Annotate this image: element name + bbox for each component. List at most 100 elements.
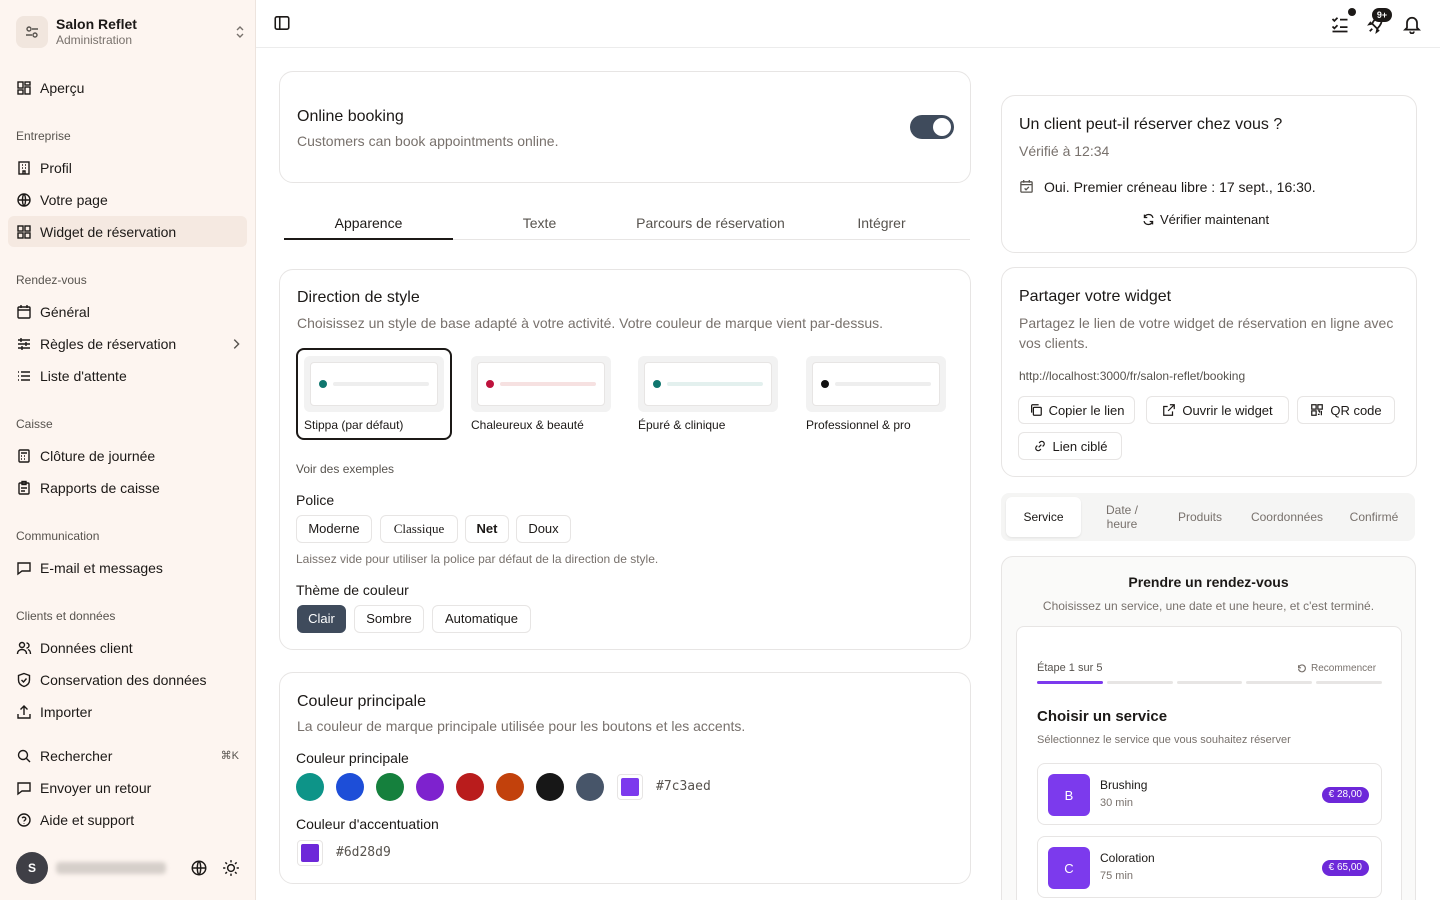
refresh-icon bbox=[1143, 213, 1154, 226]
verify-now-label: Vérifier maintenant bbox=[1160, 212, 1270, 227]
widget-url[interactable]: http://localhost:3000/fr/salon-reflet/bo… bbox=[1019, 369, 1245, 383]
style-option-label: Chaleureux & beauté bbox=[471, 418, 584, 432]
targeted-link-label: Lien ciblé bbox=[1052, 438, 1108, 454]
primary-color-picker[interactable] bbox=[617, 774, 643, 800]
share-widget-desc: Partagez le lien de votre widget de rése… bbox=[1019, 315, 1394, 351]
preview-step-confirmed[interactable]: Confirmé bbox=[1340, 497, 1408, 537]
sidebar-item-import[interactable]: Importer bbox=[8, 696, 247, 727]
font-chip-modern[interactable]: Moderne bbox=[296, 515, 372, 543]
org-name: Salon Reflet bbox=[56, 16, 137, 32]
service-item[interactable]: C Coloration 75 min € 65,00 bbox=[1037, 836, 1382, 898]
copy-link-button[interactable]: Copier le lien bbox=[1018, 396, 1135, 424]
accent-color-picker[interactable] bbox=[297, 840, 323, 866]
tab-booking-flow[interactable]: Parcours de réservation bbox=[626, 206, 795, 240]
tab-text[interactable]: Texte bbox=[455, 206, 624, 240]
online-booking-toggle[interactable] bbox=[910, 115, 954, 139]
preview-step-products[interactable]: Produits bbox=[1164, 497, 1236, 537]
style-bar bbox=[667, 382, 763, 386]
style-direction-desc: Choisissez un style de base adapté à vot… bbox=[297, 315, 883, 331]
sidebar-item-day-close[interactable]: Clôture de journée bbox=[8, 440, 247, 471]
swatch-slate[interactable] bbox=[576, 773, 604, 801]
preview-desc: Choisissez un service, une date et une h… bbox=[1042, 599, 1375, 613]
service-price-badge: € 65,00 bbox=[1321, 860, 1369, 876]
sidebar-item-waitlist[interactable]: Liste d'attente bbox=[8, 360, 247, 391]
sidebar-item-general[interactable]: Général bbox=[8, 296, 247, 327]
theme-label: Thème de couleur bbox=[296, 582, 409, 598]
verify-now-button[interactable]: Vérifier maintenant bbox=[1142, 212, 1269, 227]
user-menu[interactable]: S bbox=[16, 852, 248, 884]
sidebar-item-label: Importer bbox=[40, 703, 93, 720]
progress-segment bbox=[1246, 681, 1313, 684]
search-shortcut: ⌘K bbox=[220, 750, 239, 762]
targeted-link-button[interactable]: Lien ciblé bbox=[1018, 432, 1122, 460]
message-square-icon bbox=[17, 781, 31, 795]
swatch-purple[interactable] bbox=[416, 773, 444, 801]
sidebar-item-help[interactable]: Aide et support bbox=[8, 804, 247, 835]
sidebar-item-overview[interactable]: Aperçu bbox=[8, 72, 247, 103]
swatch-red[interactable] bbox=[456, 773, 484, 801]
swatch-orange[interactable] bbox=[496, 773, 524, 801]
style-option-professional[interactable]: Professionnel & pro bbox=[806, 348, 947, 440]
tasks-icon[interactable] bbox=[1330, 14, 1350, 34]
swatch-black[interactable] bbox=[536, 773, 564, 801]
font-chip-classic[interactable]: Classique bbox=[380, 515, 458, 543]
preview-step-contact[interactable]: Coordonnées bbox=[1244, 497, 1330, 537]
restart-button[interactable]: Recommencer bbox=[1297, 663, 1376, 674]
sidebar-item-label: Profil bbox=[40, 159, 72, 176]
org-switcher[interactable]: Salon Reflet Administration bbox=[16, 14, 248, 50]
style-dot bbox=[653, 380, 661, 388]
sidebar-item-label: Clôture de journée bbox=[40, 447, 156, 464]
swatch-green[interactable] bbox=[376, 773, 404, 801]
sidebar-item-cash-reports[interactable]: Rapports de caisse bbox=[8, 472, 247, 503]
sidebar-item-search[interactable]: Rechercher ⌘K bbox=[8, 740, 247, 771]
sidebar-toggle-icon[interactable] bbox=[273, 14, 291, 32]
font-chip-soft[interactable]: Doux bbox=[516, 515, 571, 543]
see-examples-link[interactable]: Voir des exemples bbox=[296, 462, 394, 476]
sidebar-item-label: Envoyer un retour bbox=[40, 779, 152, 796]
theme-chip-auto[interactable]: Automatique bbox=[432, 605, 531, 633]
style-option-stippa[interactable]: Stippa (par défaut) bbox=[296, 348, 452, 440]
style-bar bbox=[835, 382, 931, 386]
style-preview bbox=[304, 356, 444, 412]
sidebar-item-feedback[interactable]: Envoyer un retour bbox=[8, 772, 247, 803]
tasks-dot bbox=[1348, 8, 1356, 16]
theme-chip-dark[interactable]: Sombre bbox=[354, 605, 424, 633]
qr-code-button[interactable]: QR code bbox=[1297, 396, 1395, 424]
org-logo-icon bbox=[16, 16, 48, 48]
service-item[interactable]: B Brushing 30 min € 28,00 bbox=[1037, 763, 1382, 825]
rotate-ccw-icon bbox=[1298, 663, 1306, 672]
accent-color-value: #6d28d9 bbox=[336, 845, 391, 860]
swatch-teal[interactable] bbox=[296, 773, 324, 801]
globe-icon[interactable] bbox=[190, 859, 208, 877]
bell-icon[interactable] bbox=[1402, 14, 1422, 34]
tab-appearance[interactable]: Apparence bbox=[284, 206, 453, 240]
theme-chip-light[interactable]: Clair bbox=[297, 605, 346, 633]
font-chip-clean[interactable]: Net bbox=[465, 515, 509, 543]
service-name: Brushing bbox=[1100, 778, 1148, 792]
sidebar-item-retention[interactable]: Conservation des données bbox=[8, 664, 247, 695]
qr-code-icon bbox=[1311, 404, 1324, 416]
style-option-warm-beauty[interactable]: Chaleureux & beauté bbox=[471, 348, 612, 440]
progress-segment bbox=[1106, 681, 1173, 684]
style-bar bbox=[500, 382, 596, 386]
style-option-clean-clinical[interactable]: Épuré & clinique bbox=[638, 348, 779, 440]
grid-icon bbox=[17, 224, 31, 239]
sidebar-item-booking-widget[interactable]: Widget de réservation bbox=[8, 216, 247, 247]
sidebar-item-label: Rapports de caisse bbox=[40, 479, 160, 496]
sidebar-item-profile[interactable]: Profil bbox=[8, 152, 247, 183]
tab-embed[interactable]: Intégrer bbox=[797, 206, 966, 240]
service-duration: 30 min bbox=[1100, 797, 1134, 809]
nav-group-appointments: Rendez-vous bbox=[16, 273, 87, 287]
sidebar-item-your-page[interactable]: Votre page bbox=[8, 184, 247, 215]
sidebar-item-booking-rules[interactable]: Règles de réservation bbox=[8, 328, 247, 359]
swatch-blue[interactable] bbox=[336, 773, 364, 801]
preview-step-datetime[interactable]: Date / heure bbox=[1093, 497, 1151, 537]
open-widget-button[interactable]: Ouvrir le widget bbox=[1146, 396, 1289, 424]
sidebar-item-email[interactable]: E-mail et messages bbox=[8, 552, 247, 583]
primary-color-title: Couleur principale bbox=[297, 693, 426, 710]
style-preview bbox=[638, 356, 778, 412]
calendar-icon bbox=[17, 304, 31, 319]
sun-icon[interactable] bbox=[222, 859, 240, 877]
preview-step-service[interactable]: Service bbox=[1006, 497, 1081, 537]
sidebar-item-client-data[interactable]: Données client bbox=[8, 632, 247, 663]
